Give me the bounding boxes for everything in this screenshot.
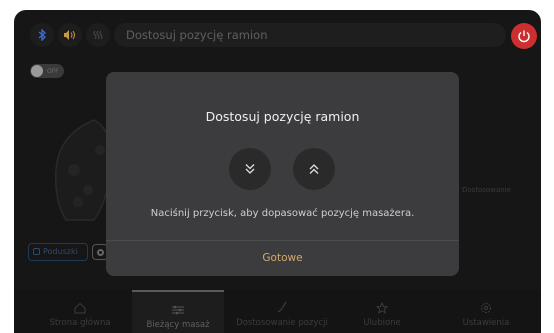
done-button[interactable]: Gotowe [106, 241, 459, 276]
nav-label: Ulubione [363, 318, 401, 328]
dialog-message: Naciśnij przycisk, aby dopasować pozycję… [150, 208, 415, 219]
dialog-title: Dostosuj pozycję ramion [205, 109, 360, 124]
bluetooth-icon[interactable] [30, 23, 54, 47]
heat-icon[interactable] [86, 23, 110, 47]
home-icon [74, 302, 86, 314]
nav-custom[interactable]: Dostosowanie pozycji [236, 290, 328, 333]
status-title: Dostosuj pozycję ramion [114, 23, 506, 47]
nav-home[interactable]: Strona główna [34, 290, 126, 333]
nav-current-massage[interactable]: Bieżący masaż [132, 290, 224, 333]
cushion-label: Poduszki [43, 247, 78, 256]
move-up-button[interactable] [293, 148, 335, 190]
sliders-icon [172, 305, 184, 315]
power-button[interactable] [511, 23, 537, 49]
nav-settings[interactable]: Ustawienia [440, 290, 532, 333]
nav-label: Strona główna [49, 318, 111, 328]
speaker-icon[interactable] [58, 23, 82, 47]
move-down-button[interactable] [229, 148, 271, 190]
mode-toggle[interactable]: OFF [30, 64, 64, 78]
nav-label: Bieżący masaż [146, 320, 210, 330]
cushion-icon [33, 248, 40, 255]
nav-label: Dostosowanie pozycji [236, 318, 328, 328]
custom-icon [277, 301, 287, 313]
double-chevron-down-icon [245, 164, 255, 174]
toggle-knob [31, 65, 43, 77]
nav-favorites[interactable]: Ulubione [336, 290, 428, 333]
star-icon [376, 302, 388, 314]
cushion-button[interactable]: Poduszki [28, 243, 88, 261]
top-bar: Dostosuj pozycję ramion [14, 10, 541, 62]
power-icon [518, 30, 530, 43]
double-chevron-up-icon [309, 164, 319, 174]
nav-label: Ustawienia [462, 318, 510, 328]
bottom-nav: Strona główna Bieżący masaż Dostosowanie… [14, 290, 541, 333]
adjust-arm-dialog: Dostosuj pozycję ramion Naciśnij przycis… [106, 72, 459, 276]
toggle-text: OFF [47, 67, 59, 75]
gear-icon [481, 303, 491, 313]
side-label: Dostosowanie [462, 186, 511, 194]
